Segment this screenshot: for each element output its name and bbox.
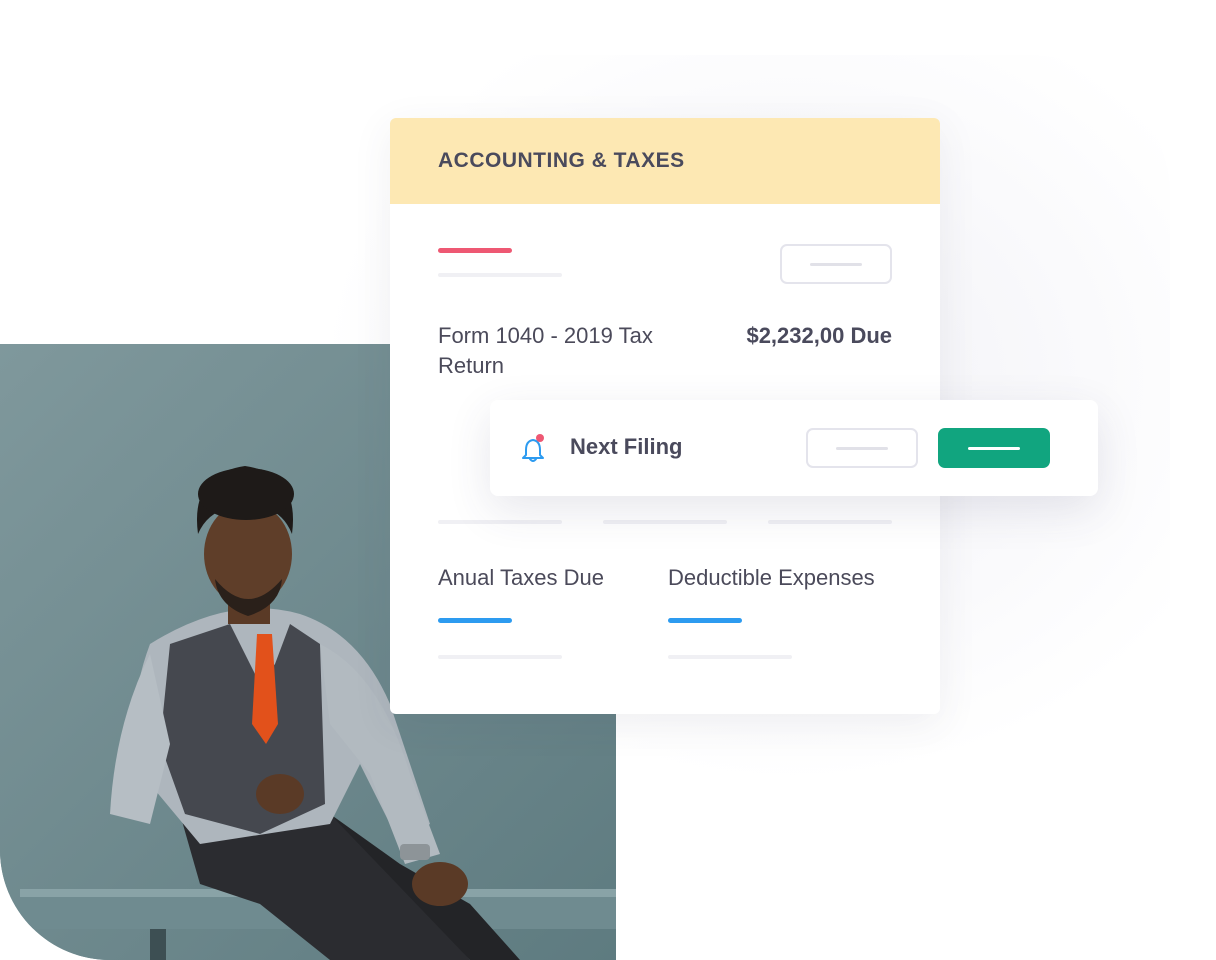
amount-due: $2,232,00 Due bbox=[746, 323, 892, 348]
button-placeholder-line bbox=[810, 262, 862, 266]
stat-accent-bar bbox=[668, 618, 742, 623]
primary-button[interactable] bbox=[938, 428, 1050, 468]
bell-icon bbox=[522, 434, 544, 462]
placeholder-line bbox=[438, 655, 562, 659]
next-filing-label: Next Filing bbox=[570, 434, 683, 459]
next-filing-notice[interactable]: Next Filing bbox=[490, 400, 1098, 496]
button-placeholder-line bbox=[968, 446, 1020, 450]
stat-label-annual-taxes: Anual Taxes Due bbox=[438, 565, 604, 590]
card-title: ACCOUNTING & TAXES bbox=[438, 149, 685, 172]
form-label: Form 1040 - 2019 Tax Return bbox=[438, 323, 653, 378]
card-header: ACCOUNTING & TAXES bbox=[390, 118, 940, 204]
placeholder-accent-bar bbox=[438, 248, 512, 253]
placeholder-line bbox=[768, 520, 892, 524]
placeholder-line bbox=[668, 655, 792, 659]
stat-accent-bar bbox=[438, 618, 512, 623]
secondary-button[interactable] bbox=[780, 244, 892, 284]
secondary-button[interactable] bbox=[806, 428, 918, 468]
stat-label-deductible-expenses: Deductible Expenses bbox=[668, 565, 875, 590]
placeholder-line bbox=[438, 520, 562, 524]
placeholder-line bbox=[603, 520, 727, 524]
placeholder-line bbox=[438, 273, 562, 277]
button-placeholder-line bbox=[836, 446, 888, 450]
